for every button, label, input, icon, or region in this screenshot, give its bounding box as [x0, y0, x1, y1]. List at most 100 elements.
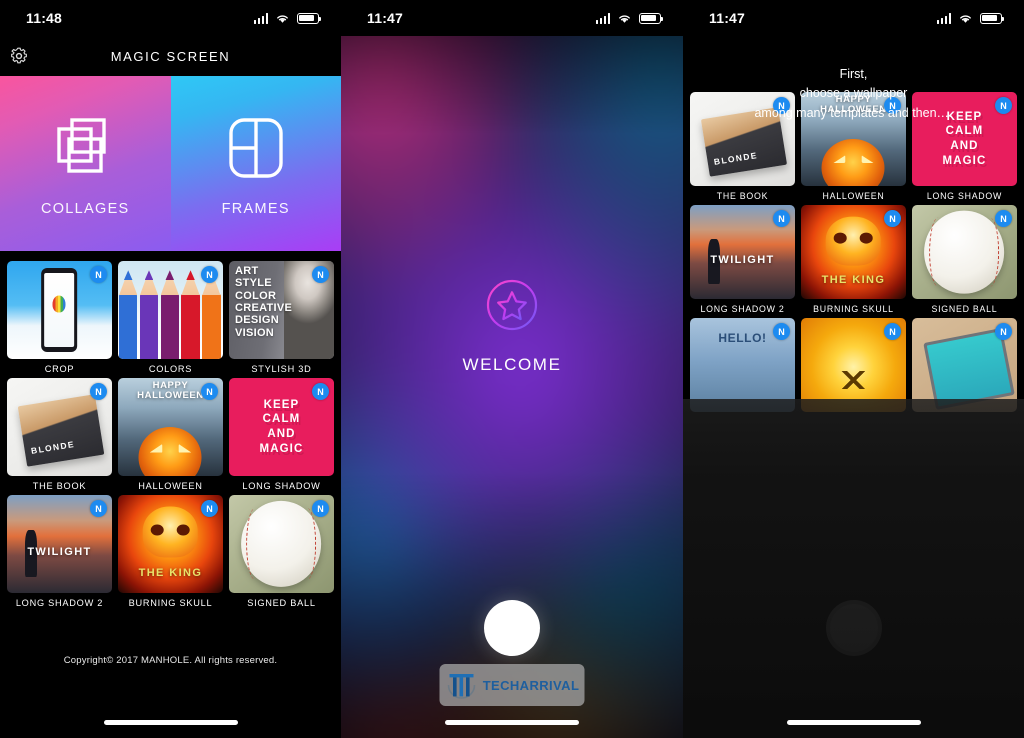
- template-label: LONG SHADOW: [926, 191, 1003, 201]
- template-item[interactable]: N SIGNED BALL: [226, 491, 337, 608]
- home-indicator[interactable]: [445, 720, 579, 725]
- template-item[interactable]: N SIGNED BALL: [909, 201, 1020, 314]
- new-badge: N: [994, 323, 1012, 340]
- wifi-icon: [277, 14, 288, 23]
- template-thumbnail[interactable]: N: [911, 205, 1017, 299]
- template-thumbnail[interactable]: N: [800, 318, 906, 412]
- battery-icon: [980, 12, 1005, 24]
- template-item[interactable]: N CROP: [4, 257, 115, 374]
- new-badge: N: [311, 383, 329, 400]
- template-item[interactable]: KEEP CALM AND MAGIC N LONG SHADOW: [226, 374, 337, 491]
- template-thumbnail[interactable]: N: [117, 261, 223, 359]
- status-bar: 11:48: [0, 0, 341, 36]
- collages-icon: [57, 117, 106, 173]
- mode-tile-collages[interactable]: COLLAGES: [0, 76, 171, 251]
- template-label: SIGNED BALL: [931, 304, 998, 314]
- status-icons: [936, 12, 1005, 24]
- mode-tile-label: COLLAGES: [40, 200, 130, 217]
- template-label: BURNING SKULL: [128, 598, 213, 608]
- new-badge: N: [994, 210, 1012, 227]
- wifi-icon: [960, 14, 971, 23]
- phone-screen-welcome: 11:47 WELCOME TECHARRIVAL: [341, 0, 683, 738]
- template-label: STYLISH 3D: [251, 364, 312, 374]
- wifi-icon: [619, 14, 630, 23]
- template-label: SIGNED BALL: [247, 598, 316, 608]
- gear-icon[interactable]: [9, 46, 29, 66]
- techarrival-logo-icon: [447, 674, 476, 699]
- mode-tile-frames[interactable]: FRAMES: [170, 76, 341, 251]
- three-phone-screenshots: 11:48 MAGIC SCREEN COLLAGES FRAMES N CRO…: [0, 0, 1024, 738]
- status-time: 11:48: [26, 10, 63, 26]
- pencil-shape: [181, 294, 200, 359]
- template-thumbnail[interactable]: N: [911, 318, 1017, 412]
- welcome-label: WELCOME: [462, 355, 562, 374]
- template-item[interactable]: THE KING N BURNING SKULL: [115, 491, 226, 608]
- eyes-shape: [828, 370, 879, 390]
- artwork-text: KEEP CALM AND MAGIC: [259, 398, 304, 455]
- pencil-shape: [202, 294, 221, 359]
- new-badge: N: [772, 210, 790, 227]
- template-label: HALLOWEEN: [822, 191, 885, 201]
- tutorial-text: First, choose a wallpaper among many templ…: [754, 67, 953, 120]
- template-thumbnail[interactable]: N: [7, 261, 112, 359]
- template-thumbnail[interactable]: N: [228, 495, 334, 593]
- shutter-button[interactable]: [484, 600, 540, 656]
- template-label: THE BOOK: [716, 191, 769, 201]
- template-thumbnail[interactable]: TWILIGHT N: [690, 205, 795, 299]
- status-icons: [253, 12, 322, 24]
- artwork-text: BLONDE: [712, 149, 759, 167]
- template-thumbnail[interactable]: KEEP CALM AND MAGIC N: [228, 378, 334, 476]
- artwork-text: THE KING: [138, 567, 203, 580]
- template-item[interactable]: THE KING N BURNING SKULL: [798, 201, 909, 314]
- cellular-signal-icon: [936, 12, 951, 24]
- template-thumbnail[interactable]: ART STYLE COLOR CREATIVE DESIGN VISION N: [228, 261, 334, 359]
- status-bar: 11:47: [341, 0, 683, 36]
- template-grid: BLONDE N THE BOOK HAPPY HALLOWEEN N HALLOWEEN K…: [683, 84, 1024, 417]
- template-item[interactable]: N COLORS: [115, 257, 226, 374]
- battery-icon: [639, 12, 664, 24]
- template-label: LONG SHADOW 2: [15, 598, 104, 608]
- new-badge: N: [311, 266, 329, 283]
- star-in-circle-logo-icon: [486, 279, 538, 331]
- template-thumbnail[interactable]: TWILIGHT N: [7, 495, 112, 593]
- tutorial-overlay: [683, 399, 1024, 738]
- pencil-shape: [160, 294, 179, 359]
- artwork-text: BLONDE: [29, 438, 76, 456]
- tablet-shape: [923, 327, 1015, 410]
- template-item[interactable]: TWILIGHT N LONG SHADOW 2: [687, 201, 798, 314]
- template-thumbnail[interactable]: HELLO! N: [690, 318, 795, 412]
- template-item[interactable]: ART STYLE COLOR CREATIVE DESIGN VISION N STYLIS…: [226, 257, 337, 374]
- template-item[interactable]: BLONDE N THE BOOK: [4, 374, 115, 491]
- status-icons: [595, 12, 664, 24]
- book-shape: BLONDE: [17, 393, 104, 466]
- template-thumbnail[interactable]: BLONDE N: [7, 378, 112, 476]
- new-badge: N: [200, 500, 218, 517]
- new-badge: N: [89, 383, 107, 400]
- home-indicator[interactable]: [786, 720, 921, 725]
- copyright-text: Copyright© 2017 MANHOLE. All rights rese…: [63, 655, 278, 666]
- template-thumbnail[interactable]: THE KING N: [117, 495, 223, 593]
- baseball-shape: [241, 500, 322, 588]
- new-badge: N: [200, 266, 218, 283]
- pumpkin-shape: [138, 427, 202, 476]
- template-label: BURNING SKULL: [813, 304, 894, 314]
- new-badge: N: [89, 266, 107, 283]
- cellular-signal-icon: [253, 12, 268, 24]
- battery-icon: [297, 12, 322, 24]
- new-badge: N: [89, 500, 107, 517]
- template-thumbnail[interactable]: HAPPY HALLOWEEN N: [117, 378, 223, 476]
- template-thumbnail[interactable]: THE KING N: [800, 205, 906, 299]
- status-time: 11:47: [709, 10, 746, 26]
- skull-shape: [143, 506, 198, 558]
- template-label: LONG SHADOW: [242, 481, 321, 491]
- phone-screen-tutorial: 11:47 BLONDE N THE BOOK HAPPY HALLOWEEN N HALL…: [683, 0, 1024, 738]
- template-item[interactable]: TWILIGHT N LONG SHADOW 2: [4, 491, 115, 608]
- new-badge: N: [883, 210, 901, 227]
- template-grid: N CROP N COLORS ART STYLE COLOR CREATIVE DESIGN V…: [0, 251, 341, 608]
- template-label: HALLOWEEN: [138, 481, 203, 491]
- watermark-text: TECHARRIVAL: [482, 677, 580, 693]
- page-title: MAGIC SCREEN: [110, 48, 231, 64]
- home-indicator[interactable]: [103, 720, 238, 725]
- template-item[interactable]: HAPPY HALLOWEEN N HALLOWEEN: [115, 374, 226, 491]
- baseball-shape: [924, 210, 1005, 294]
